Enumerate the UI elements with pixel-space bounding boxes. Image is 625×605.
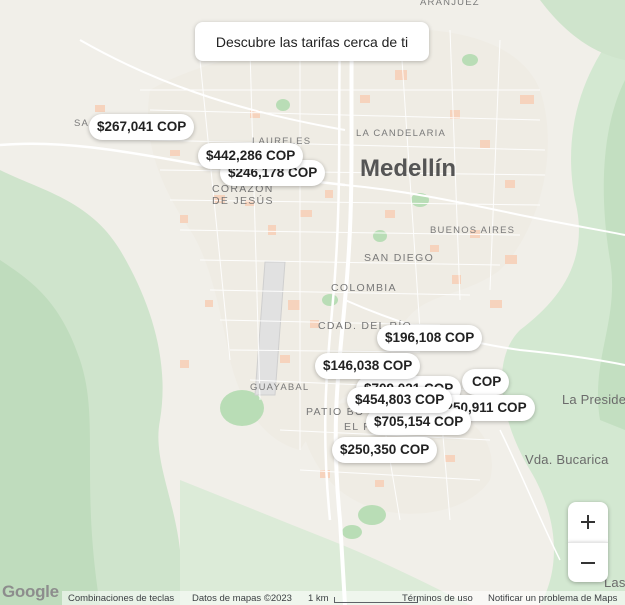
place-medellin: Medellín — [360, 155, 457, 182]
north-east-hills — [540, 0, 625, 60]
price-pin[interactable]: $250,350 COP — [332, 437, 438, 463]
discover-rates-banner[interactable]: Descubre las tarifas cerca de ti — [195, 22, 429, 61]
place-aranjuez: ARANJUEZ — [420, 0, 480, 8]
price-pin[interactable]: $196,108 COP — [377, 325, 483, 351]
place-san-edge: SA — [74, 118, 90, 129]
google-logo[interactable]: Google — [2, 582, 59, 602]
map-canvas[interactable]: ARANJUEZ SA LA CANDELARIA LAURELES Medel… — [0, 0, 625, 605]
place-corazon-line2: DE JESÚS — [212, 195, 274, 207]
minus-icon — [581, 561, 595, 564]
plus-icon — [581, 515, 595, 529]
place-san-diego: SAN DIEGO — [364, 252, 435, 264]
price-pin[interactable]: COP — [462, 369, 510, 395]
price-pin[interactable]: $454,803 COP — [347, 387, 453, 413]
place-la-presidenta: La Preside — [562, 392, 625, 407]
place-buenos-aires: BUENOS AIRES — [430, 225, 516, 236]
place-guayabal: GUAYABAL — [250, 382, 310, 393]
price-pin[interactable]: $146,038 COP — [315, 353, 421, 379]
scale-label: 1 km — [308, 593, 329, 604]
price-pin[interactable]: $442,286 COP — [198, 143, 304, 169]
map-footer: Combinaciones de teclas Datos de mapas ©… — [62, 591, 625, 605]
place-la-candelaria: LA CANDELARIA — [356, 128, 447, 139]
map-base — [0, 0, 625, 605]
zoom-out-button[interactable] — [568, 542, 608, 582]
zoom-in-button[interactable] — [568, 502, 608, 542]
terms-link[interactable]: Términos de uso — [402, 593, 473, 604]
report-problem-link[interactable]: Notificar un problema de Maps — [488, 593, 617, 604]
place-vda-bucarica: Vda. Bucarica — [525, 452, 609, 467]
map-data-attribution: Datos de mapas ©2023 — [192, 593, 292, 604]
place-colombia: COLOMBIA — [331, 282, 397, 294]
price-pin[interactable]: $267,041 COP — [89, 114, 195, 140]
keyboard-shortcuts-link[interactable]: Combinaciones de teclas — [68, 593, 174, 604]
